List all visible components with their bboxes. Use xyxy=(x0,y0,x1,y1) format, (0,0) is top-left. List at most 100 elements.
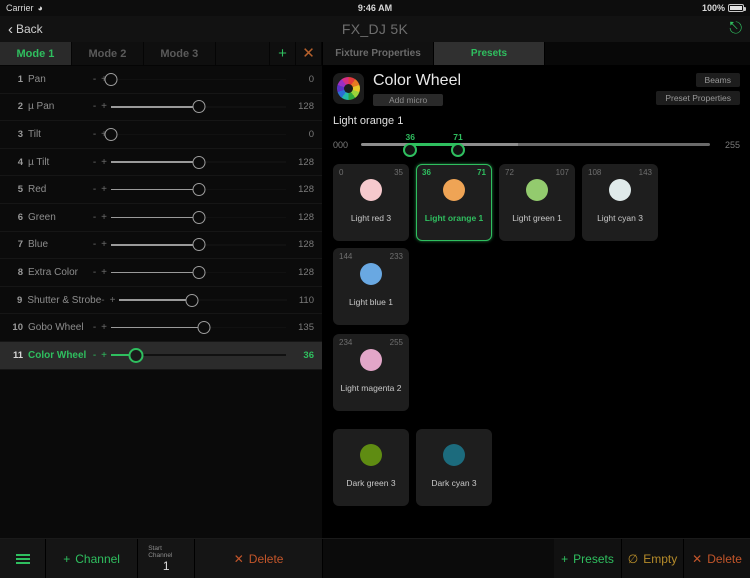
channel-slider[interactable] xyxy=(111,152,286,172)
channel-slider[interactable] xyxy=(111,318,286,338)
preset-card[interactable]: 0 35 Light red 3 xyxy=(333,163,409,241)
channel-slider-handle[interactable] xyxy=(185,293,199,307)
channel-decrement-button[interactable]: - xyxy=(93,322,101,333)
channel-slider-handle[interactable] xyxy=(192,183,205,197)
channel-increment-button[interactable]: + xyxy=(101,267,111,278)
channel-number: 7 xyxy=(17,239,23,251)
add-micro-button[interactable]: Add micro xyxy=(373,93,444,106)
channel-slider[interactable] xyxy=(111,97,286,117)
channel-value: 128 xyxy=(298,156,314,168)
channel-slider[interactable] xyxy=(111,235,286,255)
channel-slider[interactable] xyxy=(111,262,286,282)
channel-decrement-button[interactable]: - xyxy=(93,129,101,140)
channel-decrement-button[interactable]: - xyxy=(93,212,101,223)
preset-card[interactable]: 72 107 Light green 1 xyxy=(499,163,575,241)
bottom-toolbar-left: + Channel Start Channel 1 ✕ Delete xyxy=(0,539,323,578)
beams-button[interactable]: Beams xyxy=(695,73,740,87)
channel-name: Tilt xyxy=(28,128,41,140)
add-channel-button[interactable]: + Channel xyxy=(46,539,139,578)
tab-mode-1[interactable]: Mode 1 xyxy=(0,42,72,65)
add-channel-label: Channel xyxy=(75,551,120,566)
preset-range-slider[interactable]: 000 36 71 255 xyxy=(333,132,740,158)
preset-card-label: Light green 1 xyxy=(512,212,562,223)
preset-card[interactable]: 108 143 Light cyan 3 xyxy=(582,163,658,241)
preset-color-swatch xyxy=(360,178,382,201)
channel-slider-handle[interactable] xyxy=(104,127,118,141)
channel-slider[interactable] xyxy=(104,124,286,144)
channel-row[interactable]: 11 Color Wheel - +36 xyxy=(0,341,322,370)
channel-decrement-button[interactable]: - xyxy=(93,239,101,250)
channel-row[interactable]: 6 Green - +128 xyxy=(0,203,322,232)
range-track[interactable]: 36 71 xyxy=(361,132,710,158)
preset-properties-button[interactable]: Preset Properties xyxy=(656,91,740,105)
channel-slider-handle[interactable] xyxy=(192,100,205,114)
channel-slider-handle[interactable] xyxy=(192,238,205,252)
preset-card[interactable]: 234 255 Light magenta 2 xyxy=(333,333,409,411)
channel-decrement-button[interactable]: - xyxy=(93,350,101,361)
channel-increment-button[interactable]: + xyxy=(101,101,111,112)
channel-decrement-button[interactable]: - xyxy=(93,74,101,85)
channel-name: Red xyxy=(28,184,47,196)
channel-row[interactable]: 8 Extra Color - +128 xyxy=(0,259,322,287)
preset-color-swatch xyxy=(443,443,465,466)
lightning-bolt-icon[interactable]: ⎋ xyxy=(729,21,742,37)
channel-slider[interactable] xyxy=(104,69,286,89)
channel-slider-handle[interactable] xyxy=(128,347,143,363)
bottom-toolbar-right: + Presets ∅ Empty ✕ Delete xyxy=(323,539,750,578)
tab-presets[interactable]: Presets xyxy=(434,42,545,65)
channel-row[interactable]: 3Tilt-+0 xyxy=(0,121,322,149)
channel-list[interactable]: 1Pan-+02µ Pan-+1283Tilt-+04µ Tilt-+1285R… xyxy=(0,66,322,538)
channel-slider-handle[interactable] xyxy=(197,321,211,335)
channel-decrement-button[interactable]: - xyxy=(93,267,101,278)
channel-row[interactable]: 4 µ Tilt - +128 xyxy=(0,148,322,177)
channel-decrement-button[interactable]: - xyxy=(101,295,109,306)
channel-slider-handle[interactable] xyxy=(192,265,205,279)
preset-card[interactable]: Dark green 3 xyxy=(333,428,409,506)
channel-row[interactable]: 10 Gobo Wheel - +135 xyxy=(0,314,322,342)
hamburger-menu-icon[interactable] xyxy=(0,539,46,578)
channel-slider[interactable] xyxy=(119,290,288,310)
channel-row[interactable]: 2 µ Pan - +128 xyxy=(0,93,322,122)
channel-value: 135 xyxy=(298,322,314,334)
channel-slider[interactable] xyxy=(111,345,286,365)
channel-increment-button[interactable]: + xyxy=(110,295,120,306)
delete-channel-button[interactable]: ✕ Delete xyxy=(195,539,323,578)
channel-slider-handle[interactable] xyxy=(192,155,205,169)
start-channel-field[interactable]: Start Channel 1 xyxy=(138,539,196,578)
channel-row[interactable]: 5 Red - +128 xyxy=(0,176,322,204)
channel-decrement-button[interactable]: - xyxy=(93,157,101,168)
channel-row[interactable]: 7 Blue - +128 xyxy=(0,231,322,260)
remove-mode-button[interactable]: ✕ xyxy=(296,42,323,65)
channel-increment-button[interactable]: + xyxy=(101,212,111,223)
channel-slider[interactable] xyxy=(111,207,286,227)
tab-fixture-properties[interactable]: Fixture Properties xyxy=(323,42,434,65)
channel-decrement-button[interactable]: - xyxy=(93,101,101,112)
channel-slider-handle[interactable] xyxy=(104,72,118,86)
mode-tab-bar: Mode 1 Mode 2 Mode 3 + ✕ xyxy=(0,42,323,66)
tab-mode-2[interactable]: Mode 2 xyxy=(72,42,144,65)
channel-decrement-button[interactable]: - xyxy=(93,184,101,195)
channel-slider[interactable] xyxy=(111,180,286,200)
channel-value: 110 xyxy=(298,294,314,306)
preset-card[interactable]: 36 71 Light orange 1 xyxy=(416,163,492,241)
channel-increment-button[interactable]: + xyxy=(101,350,111,361)
range-low-handle[interactable] xyxy=(403,143,418,158)
channel-slider-handle[interactable] xyxy=(192,210,205,224)
preset-card[interactable]: Dark cyan 3 xyxy=(416,428,492,506)
tab-mode-3[interactable]: Mode 3 xyxy=(144,42,216,65)
channel-increment-button[interactable]: + xyxy=(101,157,111,168)
channel-increment-button[interactable]: + xyxy=(101,239,111,250)
channel-row[interactable]: 1Pan-+0 xyxy=(0,66,322,94)
delete-preset-button[interactable]: ✕ Delete xyxy=(684,539,750,578)
channel-row[interactable]: 9 Shutter & Strobe - +110 xyxy=(0,286,322,315)
preset-card[interactable]: 144 233 Light blue 1 xyxy=(333,247,409,325)
panel-tab-bar: Fixture Properties Presets xyxy=(323,42,750,65)
main-content: Mode 1 Mode 2 Mode 3 + ✕ 1Pan-+02µ Pan-+… xyxy=(0,42,750,538)
range-high-handle[interactable] xyxy=(451,143,466,158)
empty-presets-button[interactable]: ∅ Empty xyxy=(622,539,684,578)
add-presets-button[interactable]: + Presets xyxy=(554,539,622,578)
channel-increment-button[interactable]: + xyxy=(101,322,111,333)
preset-range-low: 108 xyxy=(588,167,602,177)
channel-increment-button[interactable]: + xyxy=(101,184,111,195)
add-mode-button[interactable]: + xyxy=(270,42,297,65)
